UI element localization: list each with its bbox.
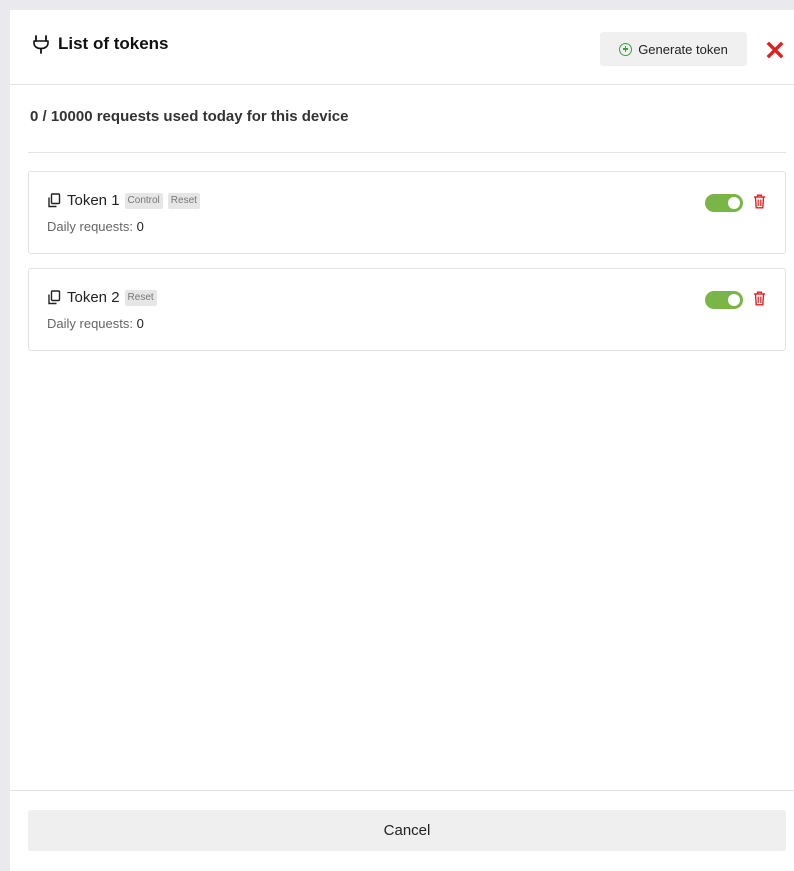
footer-divider <box>10 790 794 791</box>
control-badge[interactable]: Control <box>124 192 163 209</box>
token-enabled-toggle[interactable] <box>705 194 743 212</box>
token-card: Token 1 Control Reset Daily requests: 0 <box>28 171 786 254</box>
daily-requests-value: 0 <box>136 316 144 331</box>
trash-icon[interactable] <box>753 291 766 306</box>
divider <box>28 152 786 153</box>
cancel-button[interactable]: Cancel <box>28 810 786 851</box>
plug-icon <box>33 35 49 54</box>
page-title: List of tokens <box>58 34 169 53</box>
token-name: Token 2 <box>67 289 120 306</box>
generate-token-label: Generate token <box>638 41 728 57</box>
copy-icon[interactable] <box>47 290 61 305</box>
token-enabled-toggle[interactable] <box>705 291 743 309</box>
token-header: Token 2 Reset <box>47 289 162 306</box>
modal-header: List of tokens Generate token <box>10 10 794 85</box>
daily-requests: Daily requests: 0 <box>47 219 144 234</box>
daily-requests-label: Daily requests: <box>47 219 133 234</box>
daily-requests-value: 0 <box>136 219 144 234</box>
usage-summary: 0 / 10000 requests used today for this d… <box>30 108 349 125</box>
tokens-modal: List of tokens Generate token 0 / 10000 … <box>10 10 794 871</box>
reset-badge[interactable]: Reset <box>167 192 200 209</box>
toggle-knob <box>728 197 740 209</box>
toggle-knob <box>728 294 740 306</box>
token-card: Token 2 Reset Daily requests: 0 <box>28 268 786 351</box>
token-name: Token 1 <box>67 192 120 209</box>
generate-token-button[interactable]: Generate token <box>600 32 747 66</box>
copy-icon[interactable] <box>47 193 61 208</box>
trash-icon[interactable] <box>753 194 766 209</box>
title-group: List of tokens <box>32 34 169 54</box>
daily-requests-label: Daily requests: <box>47 316 133 331</box>
token-header: Token 1 Control Reset <box>47 192 205 209</box>
daily-requests: Daily requests: 0 <box>47 316 144 331</box>
plus-circle-icon <box>619 42 633 56</box>
close-icon[interactable] <box>765 40 785 60</box>
reset-badge[interactable]: Reset <box>124 289 157 306</box>
